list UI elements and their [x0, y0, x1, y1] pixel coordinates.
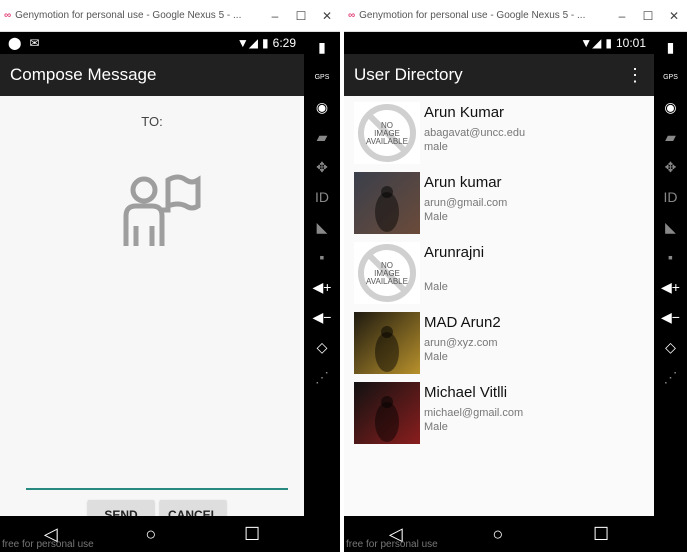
- network-widget-icon[interactable]: ◣: [304, 212, 340, 242]
- status-time: 10:01: [615, 36, 646, 50]
- user-list-item[interactable]: Arun kumar arun@gmail.com Male: [344, 170, 654, 240]
- signal-icon: ▼◢: [236, 36, 259, 50]
- status-bar: ▼◢ ▮ 10:01: [344, 32, 654, 54]
- genymotion-logo-icon: ∞: [348, 10, 356, 21]
- user-gender: Male: [424, 421, 448, 433]
- phone-screen: ⬤ ✉ ▼◢ ▮ 6:29 Compose Message TO: SEND C…: [0, 32, 304, 552]
- volume-down-icon[interactable]: ◀−: [654, 302, 687, 332]
- device-id-icon[interactable]: ID: [304, 182, 340, 212]
- user-email: arun@gmail.com: [424, 197, 508, 209]
- mail-icon: ✉: [29, 36, 40, 50]
- rotate-icon[interactable]: ◇: [304, 332, 340, 362]
- signal-icon: ▼◢: [580, 36, 602, 50]
- maximize-button[interactable]: ☐: [635, 9, 661, 23]
- overflow-menu-icon[interactable]: ⋮: [626, 65, 644, 86]
- user-gender: Male: [424, 281, 448, 293]
- maximize-button[interactable]: ☐: [288, 9, 314, 23]
- window-title: Genymotion for personal use - Google Nex…: [359, 10, 586, 21]
- close-button[interactable]: ✕: [661, 9, 687, 23]
- rotate-icon[interactable]: ◇: [654, 332, 687, 362]
- recents-icon[interactable]: ☐: [244, 524, 260, 545]
- user-gender: Male: [424, 351, 448, 363]
- scale-icon[interactable]: ⋰: [654, 362, 687, 392]
- user-list-item[interactable]: NO IMAGE AVAILABLE Arun Kumar abagavat@u…: [344, 100, 654, 170]
- user-list-item[interactable]: NO IMAGE AVAILABLE Arunrajni Male: [344, 240, 654, 310]
- recents-icon[interactable]: ☐: [593, 524, 609, 545]
- emulator-toolbar: ▮ GPS ◉ ▰ ✥ ID ◣ ▪ ◀+ ◀− ◇ ⋰: [654, 32, 687, 552]
- window-titlebar: ∞ Genymotion for personal use - Google N…: [0, 0, 340, 32]
- emulator-window-directory: ∞ Genymotion for personal use - Google N…: [344, 0, 687, 552]
- page-title: Compose Message: [10, 65, 157, 84]
- emulator-window-compose: ∞ Genymotion for personal use - Google N…: [0, 0, 340, 552]
- battery-icon: ▮: [605, 36, 612, 50]
- to-label: TO:: [141, 114, 163, 129]
- minimize-button[interactable]: –: [262, 9, 288, 23]
- user-gender: Male: [424, 211, 448, 223]
- user-list-item[interactable]: Michael Vitlli michael@gmail.com Male: [344, 380, 654, 450]
- message-input[interactable]: [26, 488, 288, 490]
- network-widget-icon[interactable]: ◣: [654, 212, 687, 242]
- user-list-item[interactable]: MAD Arun2 arun@xyz.com Male: [344, 310, 654, 380]
- user-name: Arun kumar: [424, 174, 502, 191]
- no-image-placeholder: NO IMAGE AVAILABLE: [354, 242, 420, 304]
- close-button[interactable]: ✕: [314, 9, 340, 23]
- phone-screen: ▼◢ ▮ 10:01 User Directory ⋮ NO IMAGE AVA…: [344, 32, 654, 552]
- genymotion-logo-icon: ∞: [4, 10, 12, 21]
- remote-control-icon[interactable]: ✥: [654, 152, 687, 182]
- user-email: michael@gmail.com: [424, 407, 524, 419]
- volume-down-icon[interactable]: ◀−: [304, 302, 340, 332]
- watermark: free for personal use: [346, 539, 438, 550]
- user-avatar: [354, 312, 420, 374]
- remote-control-icon[interactable]: ✥: [304, 152, 340, 182]
- scale-icon[interactable]: ⋰: [304, 362, 340, 392]
- volume-up-icon[interactable]: ◀+: [304, 272, 340, 302]
- select-recipient-icon[interactable]: [112, 166, 202, 256]
- home-icon[interactable]: ○: [492, 524, 503, 545]
- battery-icon: ▮: [262, 36, 269, 50]
- user-email: abagavat@uncc.edu: [424, 127, 526, 139]
- user-avatar: [354, 382, 420, 444]
- window-title: Genymotion for personal use - Google Nex…: [15, 10, 242, 21]
- battery-widget-icon[interactable]: ▮: [304, 32, 340, 62]
- app-bar: User Directory ⋮: [344, 54, 654, 96]
- user-gender: male: [424, 141, 448, 153]
- camera-widget-icon[interactable]: ◉: [304, 92, 340, 122]
- user-name: Arun Kumar: [424, 104, 505, 121]
- emulator-toolbar: ▮ GPS ◉ ▰ ✥ ID ◣ ▪ ◀+ ◀− ◇ ⋰: [304, 32, 340, 552]
- location-icon: ⬤: [8, 36, 22, 50]
- window-titlebar: ∞ Genymotion for personal use - Google N…: [344, 0, 687, 32]
- user-name: Arunrajni: [424, 244, 485, 261]
- battery-widget-icon[interactable]: ▮: [654, 32, 687, 62]
- home-icon[interactable]: ○: [145, 524, 156, 545]
- status-time: 6:29: [272, 36, 296, 50]
- gps-widget-icon[interactable]: GPS: [304, 62, 340, 92]
- user-avatar: [354, 172, 420, 234]
- status-bar: ⬤ ✉ ▼◢ ▮ 6:29: [0, 32, 304, 54]
- minimize-button[interactable]: –: [609, 9, 635, 23]
- no-image-text: AVAILABLE: [366, 137, 408, 146]
- capture-widget-icon[interactable]: ▰: [654, 122, 687, 152]
- user-name: Michael Vitlli: [424, 384, 508, 401]
- no-image-text: AVAILABLE: [366, 277, 408, 286]
- user-list: NO IMAGE AVAILABLE Arun Kumar abagavat@u…: [344, 100, 654, 450]
- device-id-icon[interactable]: ID: [654, 182, 687, 212]
- app-bar: Compose Message: [0, 54, 304, 96]
- no-image-placeholder: NO IMAGE AVAILABLE: [354, 102, 420, 164]
- directory-content: NO IMAGE AVAILABLE Arun Kumar abagavat@u…: [344, 96, 654, 548]
- compose-content: TO: SEND CANCEL: [0, 96, 304, 548]
- capture-widget-icon[interactable]: ▰: [304, 122, 340, 152]
- user-email: arun@xyz.com: [424, 337, 498, 349]
- camera-widget-icon[interactable]: ◉: [654, 92, 687, 122]
- page-title: User Directory: [354, 65, 463, 84]
- watermark: free for personal use: [2, 539, 94, 550]
- gps-widget-icon[interactable]: GPS: [654, 62, 687, 92]
- sms-widget-icon[interactable]: ▪: [654, 242, 687, 272]
- volume-up-icon[interactable]: ◀+: [654, 272, 687, 302]
- user-email: [424, 267, 484, 279]
- sms-widget-icon[interactable]: ▪: [304, 242, 340, 272]
- user-name: MAD Arun2: [424, 314, 501, 331]
